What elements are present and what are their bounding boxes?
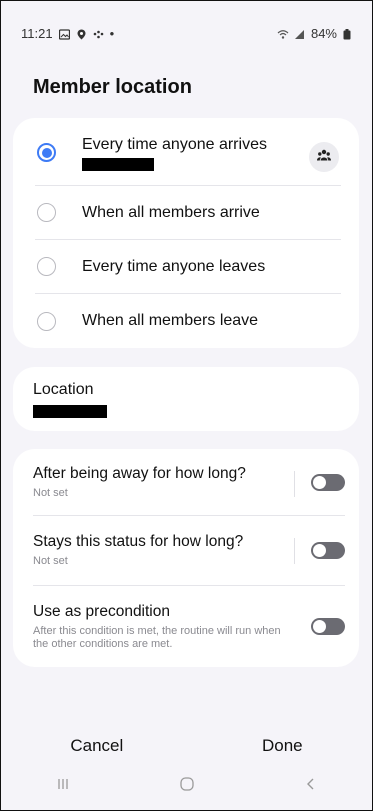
stay-status-row[interactable]: Stays this status for how long? Not set bbox=[33, 516, 345, 586]
notification-dot-icon: • bbox=[109, 25, 115, 41]
done-button[interactable]: Done bbox=[242, 732, 323, 760]
home-icon[interactable] bbox=[179, 776, 195, 797]
option-label: Every time anyone arrives bbox=[82, 136, 267, 153]
stay-status-toggle[interactable] bbox=[311, 542, 345, 559]
system-nav-bar bbox=[1, 762, 372, 810]
option-label: When all members leave bbox=[82, 312, 259, 329]
setting-title: After being away for how long? bbox=[33, 464, 246, 482]
setting-title: Stays this status for how long? bbox=[33, 533, 244, 550]
bottom-action-bar: Cancel Done bbox=[1, 731, 372, 761]
away-duration-toggle[interactable] bbox=[311, 473, 345, 491]
divider bbox=[294, 471, 295, 497]
status-bar: 11:21 • 84% bbox=[21, 23, 354, 43]
option-label: When all members arrive bbox=[82, 203, 260, 221]
select-members-button[interactable] bbox=[309, 142, 339, 172]
people-icon bbox=[317, 148, 331, 166]
divider bbox=[294, 538, 295, 564]
wifi-icon bbox=[277, 28, 289, 39]
option-when-all-members-arrive[interactable]: When all members arrive bbox=[35, 186, 341, 240]
cancel-button[interactable]: Cancel bbox=[50, 732, 143, 760]
location-pin-icon bbox=[76, 28, 87, 39]
page-title: Member location bbox=[33, 76, 192, 98]
setting-subtitle: After this condition is met, the routine… bbox=[33, 624, 281, 650]
setting-title: Use as precondition bbox=[33, 602, 170, 620]
location-label: Location bbox=[33, 381, 94, 398]
trigger-options-card: Every time anyone arrives When all membe… bbox=[13, 118, 359, 348]
option-every-time-anyone-leaves[interactable]: Every time anyone leaves bbox=[35, 240, 341, 294]
radio-unselected[interactable] bbox=[37, 203, 56, 222]
precondition-toggle[interactable] bbox=[311, 618, 345, 635]
setting-subtitle: Not set bbox=[33, 486, 68, 499]
radio-unselected[interactable] bbox=[37, 311, 56, 331]
option-when-all-members-leave[interactable]: When all members leave bbox=[35, 294, 341, 348]
recents-icon[interactable] bbox=[56, 777, 70, 796]
back-icon[interactable] bbox=[305, 777, 317, 796]
vpn-dots-icon bbox=[93, 28, 104, 39]
signal-icon bbox=[294, 28, 305, 39]
redacted-members bbox=[82, 158, 154, 171]
option-label: Every time anyone leaves bbox=[82, 257, 266, 275]
battery-level: 84% bbox=[310, 25, 337, 41]
status-time: 11:21 bbox=[21, 25, 53, 41]
battery-icon bbox=[343, 28, 354, 39]
settings-card: After being away for how long? Not set S… bbox=[13, 449, 359, 667]
gallery-icon bbox=[58, 28, 70, 40]
precondition-row[interactable]: Use as precondition After this condition… bbox=[33, 586, 345, 667]
option-every-time-anyone-arrives[interactable]: Every time anyone arrives bbox=[35, 118, 341, 186]
radio-selected[interactable] bbox=[37, 143, 56, 162]
radio-unselected[interactable] bbox=[37, 257, 56, 276]
away-duration-row[interactable]: After being away for how long? Not set bbox=[33, 449, 345, 516]
redacted-location bbox=[33, 405, 107, 418]
setting-subtitle: Not set bbox=[33, 555, 68, 567]
location-card[interactable]: Location bbox=[13, 367, 359, 431]
